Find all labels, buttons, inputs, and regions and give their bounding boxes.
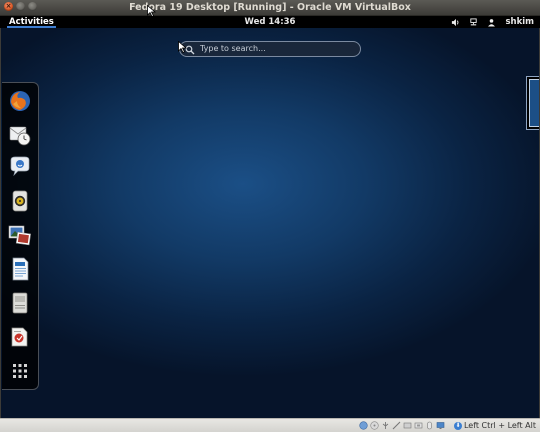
network-icon[interactable] xyxy=(469,17,478,27)
optical-drive-icon[interactable] xyxy=(370,421,379,430)
show-applications-icon[interactable] xyxy=(8,359,32,383)
display-icon[interactable] xyxy=(436,421,445,430)
firefox-icon[interactable] xyxy=(8,89,32,113)
rhythmbox-icon[interactable] xyxy=(8,189,32,213)
usb-icon[interactable] xyxy=(381,421,390,430)
system-tray: shkim xyxy=(451,16,534,28)
mouse-icon[interactable] xyxy=(425,421,434,430)
host-key-label: Left Ctrl + Left Alt xyxy=(463,421,536,430)
evolution-icon[interactable] xyxy=(8,123,32,147)
dash xyxy=(2,82,39,390)
empathy-icon[interactable] xyxy=(8,155,32,179)
shotwell-icon[interactable] xyxy=(8,223,32,247)
user-icon[interactable] xyxy=(487,18,496,27)
gnome-top-bar: Activities Wed 14:36 shkim xyxy=(0,16,540,28)
host-key-arrow-icon: ⬇ xyxy=(453,421,462,430)
search-entry[interactable]: Type to search... xyxy=(179,41,361,57)
workspace-selector[interactable] xyxy=(526,76,539,130)
device-icons xyxy=(359,421,445,430)
software-icon[interactable] xyxy=(8,325,32,349)
workspace-thumbnail[interactable] xyxy=(529,79,539,127)
user-menu[interactable]: shkim xyxy=(505,16,534,28)
window-title: Fedora 19 Desktop [Running] - Oracle VM … xyxy=(129,2,411,13)
mouse-pointer-icon xyxy=(178,41,187,53)
file-manager-icon[interactable] xyxy=(8,291,32,315)
network-icon[interactable] xyxy=(403,421,412,430)
desktop-overview[interactable]: Type to search... xyxy=(1,28,539,418)
search-placeholder: Type to search... xyxy=(200,44,266,53)
host-key-indicator: ⬇ Left Ctrl + Left Alt xyxy=(453,419,536,432)
window-titlebar[interactable]: × Fedora 19 Desktop [Running] - Oracle V… xyxy=(0,0,540,16)
shared-folders-icon[interactable] xyxy=(392,421,401,430)
capture-icon[interactable] xyxy=(414,421,423,430)
virtualbox-status-bar: ⬇ Left Ctrl + Left Alt xyxy=(0,418,540,432)
libreoffice-writer-icon[interactable] xyxy=(8,257,32,281)
volume-icon[interactable] xyxy=(451,18,460,27)
host-mouse-pointer-icon xyxy=(147,5,156,17)
hard-disk-icon[interactable] xyxy=(359,421,368,430)
